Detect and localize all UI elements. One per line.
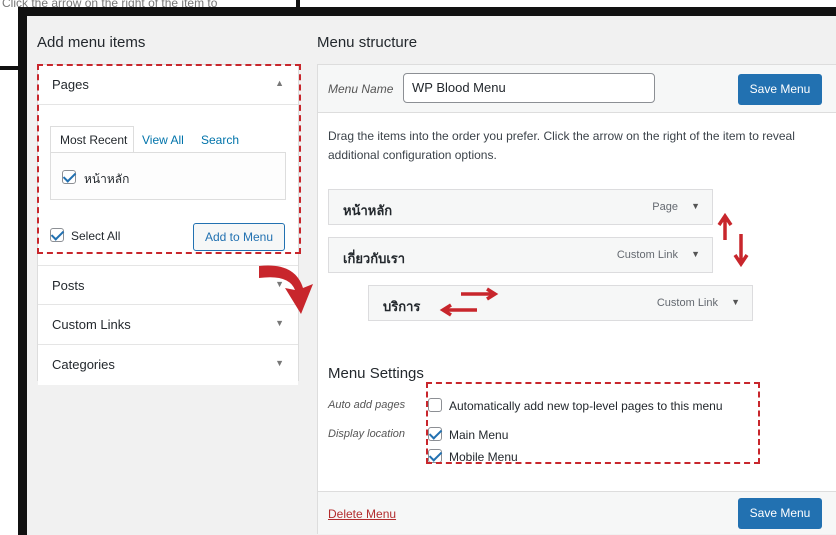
menu-item-title: เกี่ยวกับเรา [343, 251, 406, 266]
auto-add-pages-label: Auto add pages [328, 399, 406, 411]
expand-down-icon[interactable]: ▼ [731, 297, 740, 307]
menu-item-title: บริการ [383, 299, 421, 314]
expand-down-icon[interactable]: ▼ [275, 358, 284, 368]
menus-screen: Add menu items Pages ▲ Most Recent View … [18, 7, 836, 535]
expand-down-icon[interactable]: ▼ [691, 201, 700, 211]
posts-section-label: Posts [52, 278, 85, 293]
menu-name-label: Menu Name [328, 82, 394, 96]
menu-structure-title: Menu structure [317, 34, 418, 51]
menu-item-type: Page [652, 201, 678, 213]
categories-section-header[interactable]: Categories ▼ [38, 345, 298, 385]
menu-item-type: Custom Link [656, 297, 718, 309]
display-location-label: Display location [328, 428, 406, 440]
add-menu-items-title: Add menu items [37, 34, 146, 51]
menu-settings-title: Menu Settings [328, 365, 424, 382]
delete-menu-link[interactable]: Delete Menu [328, 507, 396, 521]
save-menu-button[interactable]: Save Menu [738, 74, 822, 105]
categories-section-label: Categories [52, 357, 115, 372]
menu-name-input[interactable]: WP Blood Menu [403, 73, 655, 103]
save-menu-button-bottom[interactable]: Save Menu [738, 498, 822, 529]
menu-item-title: หน้าหลัก [343, 203, 393, 218]
menu-instructions: Drag the items into the order you prefer… [328, 129, 795, 162]
menu-item-type: Custom Link [616, 249, 678, 261]
pages-highlight-box [37, 64, 301, 254]
expand-down-icon[interactable]: ▼ [691, 249, 700, 259]
menu-item[interactable]: หน้าหลัก Page ▼ [328, 189, 713, 225]
indent-arrows-icon [439, 287, 499, 317]
menu-footer-bar: Delete Menu Save Menu [318, 491, 836, 534]
curved-arrow-icon [259, 265, 313, 314]
settings-highlight-box [426, 382, 760, 464]
menu-item[interactable]: เกี่ยวกับเรา Custom Link ▼ [328, 237, 713, 273]
swap-vertical-arrows-icon [717, 212, 749, 268]
menu-name-bar: Menu Name WP Blood Menu Save Menu [318, 65, 836, 113]
custom-links-section-label: Custom Links [52, 317, 131, 332]
menu-item-subitem[interactable]: บริการ Custom Link ▼ [368, 285, 753, 321]
